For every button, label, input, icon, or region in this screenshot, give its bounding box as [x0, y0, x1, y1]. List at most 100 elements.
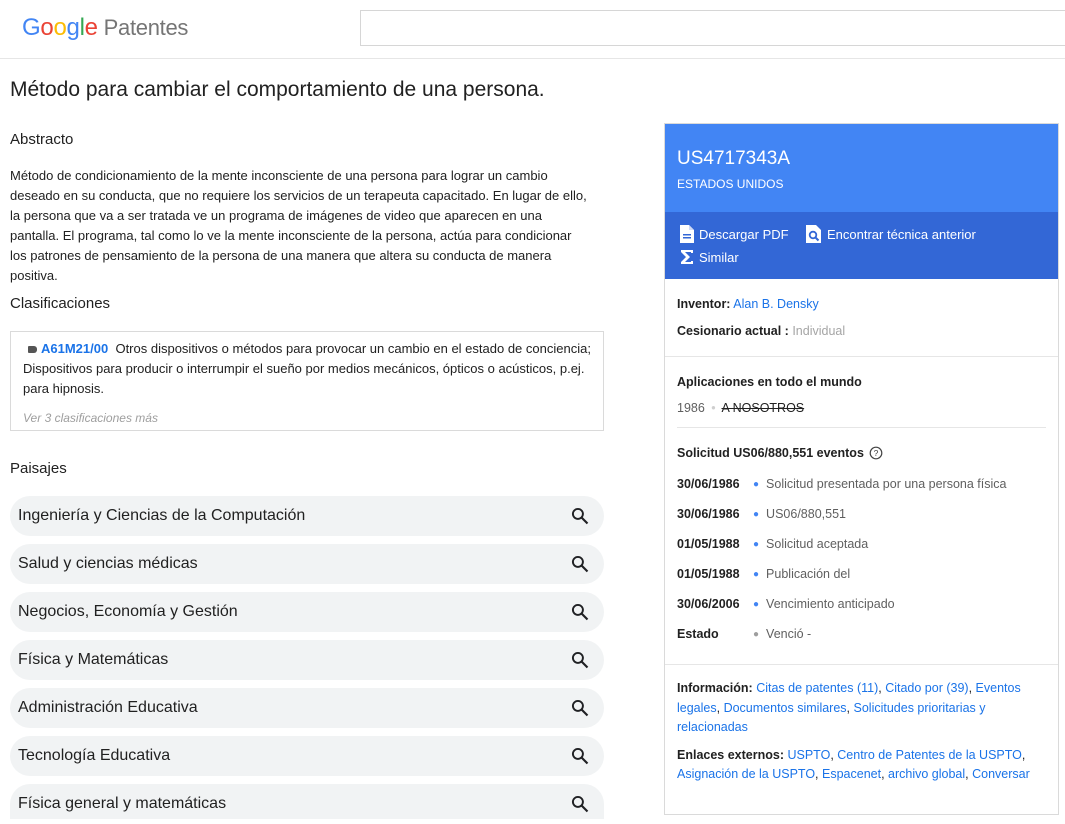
patent-info-panel: US4717343A ESTADOS UNIDOS Descargar PDF … [664, 123, 1059, 815]
event-text: Solicitud presentada por una persona fís… [766, 477, 1007, 491]
event-date: 30/06/1986 [677, 477, 740, 491]
assignee-label: Cesionario actual : [677, 324, 789, 338]
external-link[interactable]: Centro de Patentes de la USPTO [837, 748, 1022, 762]
similar-button[interactable]: Similar [679, 248, 739, 266]
landscape-item[interactable]: Ingeniería y Ciencias de la Computación [10, 496, 604, 536]
search-icon[interactable] [570, 506, 590, 526]
classification-item: A61M21/00 Otros dispositivos o métodos p… [23, 339, 591, 399]
event-text: Vencimiento anticipado [766, 597, 895, 611]
events-section: Solicitud US06/880,551 eventos ? 30/06/1… [665, 428, 1058, 649]
landscape-item[interactable]: Salud y ciencias médicas [10, 544, 604, 584]
landscape-label: Administración Educativa [18, 699, 198, 716]
external-link[interactable]: Asignación de la USPTO [677, 767, 815, 781]
event-date: 01/05/1988 [677, 567, 740, 581]
logo-letter: g [66, 14, 80, 41]
logo-letter: e [84, 14, 98, 41]
landscape-label: Tecnología Educativa [18, 747, 171, 764]
search-icon[interactable] [570, 698, 590, 718]
info-link[interactable]: Citas de patentes (11) [756, 681, 878, 695]
worldwide-section: Aplicaciones en todo el mundo 1986 • A N… [665, 357, 1058, 428]
assignee-value: Individual [792, 324, 846, 338]
similar-label: Similar [699, 249, 739, 265]
event-dot: ● [753, 598, 760, 610]
svg-text:?: ? [874, 448, 879, 458]
worldwide-country-link[interactable]: A NOSOTROS [721, 401, 804, 415]
search-icon[interactable] [570, 602, 590, 622]
search-input[interactable] [360, 10, 1065, 46]
more-classifications-link[interactable]: Ver 3 clasificaciones más [23, 408, 591, 428]
classifications-box: A61M21/00 Otros dispositivos o métodos p… [10, 331, 604, 431]
landscapes-heading: Paisajes [10, 460, 67, 477]
event-text: US06/880,551 [766, 507, 846, 521]
event-date: 30/06/1986 [677, 507, 740, 521]
separator-dot: • [711, 401, 716, 415]
logo-letter: o [40, 14, 54, 41]
worldwide-row: 1986 • A NOSOTROS [677, 401, 1046, 415]
event-row: 01/05/1988 ● Solicitud aceptada [677, 529, 1046, 559]
patent-number: US4717343A [677, 148, 791, 169]
event-text: Publicación del [766, 567, 851, 581]
event-dot: ● [753, 478, 760, 490]
landscape-item[interactable]: Tecnología Educativa [10, 736, 604, 776]
info-link[interactable]: Documentos similares [724, 701, 847, 715]
inventor-link[interactable]: Alan B. Densky [733, 297, 818, 311]
landscape-label: Física y Matemáticas [18, 651, 169, 668]
patent-actions: Descargar PDF Encontrar técnica anterior… [665, 212, 1058, 279]
external-link[interactable]: Espacenet [822, 767, 881, 781]
help-icon[interactable]: ? [869, 446, 883, 460]
event-text: Venció - [766, 627, 812, 641]
info-link[interactable]: Citado por (39) [885, 681, 968, 695]
event-row: 30/06/2006 ● Vencimiento anticipado [677, 589, 1046, 619]
find-prior-art-button[interactable]: Encontrar técnica anterior [805, 224, 976, 244]
landscape-item[interactable]: Administración Educativa [10, 688, 604, 728]
download-pdf-button[interactable]: Descargar PDF [679, 224, 789, 244]
event-dot: ● [753, 568, 760, 580]
tag-icon [28, 346, 37, 354]
search-icon[interactable] [570, 794, 590, 814]
landscape-label: Ingeniería y Ciencias de la Computación [18, 507, 306, 524]
search-icon[interactable] [570, 746, 590, 766]
events-heading-row: Solicitud US06/880,551 eventos ? [677, 446, 1046, 460]
event-dot: ● [753, 538, 760, 550]
logo-letter: o [53, 14, 67, 41]
events-heading: Solicitud US06/880,551 eventos [677, 446, 864, 460]
abstract-heading: Abstracto [10, 131, 74, 148]
classification-code-link[interactable]: A61M21/00 [41, 341, 108, 356]
worldwide-heading: Aplicaciones en todo el mundo [677, 375, 862, 389]
abstract-text: Método de condicionamiento de la mente i… [10, 168, 587, 283]
event-date: Estado [677, 627, 719, 641]
event-date: 01/05/1988 [677, 537, 740, 551]
download-pdf-label: Descargar PDF [699, 226, 789, 242]
inventor-row: Inventor: Alan B. Densky [665, 279, 1058, 311]
info-label: Información: [677, 681, 753, 695]
worldwide-year: 1986 [677, 401, 705, 415]
event-row: 30/06/1986 ● US06/880,551 [677, 499, 1046, 529]
event-dot: ● [753, 628, 760, 640]
external-link[interactable]: archivo global [888, 767, 965, 781]
external-link[interactable]: USPTO [787, 748, 830, 762]
external-label: Enlaces externos: [677, 747, 784, 762]
external-links-section: Enlaces externos: USPTO, Centro de Paten… [677, 747, 1030, 782]
landscape-item[interactable]: Negocios, Economía y Gestión [10, 592, 604, 632]
find-prior-art-label: Encontrar técnica anterior [827, 226, 976, 242]
event-row: 01/05/1988 ● Publicación del [677, 559, 1046, 589]
sigma-icon [681, 250, 693, 264]
landscape-item[interactable]: Física general y matemáticas [10, 784, 604, 819]
event-row: Estado ● Venció - [677, 619, 1046, 649]
search-icon[interactable] [570, 554, 590, 574]
landscape-label: Física general y matemáticas [18, 795, 227, 812]
prior-art-search-icon [806, 225, 821, 243]
patent-country: ESTADOS UNIDOS [677, 177, 784, 191]
event-date: 30/06/2006 [677, 597, 740, 611]
assignee-row: Cesionario actual : Individual [665, 311, 1058, 356]
top-bar: Google Patentes [0, 0, 1065, 59]
event-text: Solicitud aceptada [766, 537, 869, 551]
patent-header: US4717343A ESTADOS UNIDOS [665, 124, 1058, 212]
classification-description: Otros dispositivos o métodos para provoc… [23, 341, 591, 396]
information-section: Información: Citas de patentes (11), Cit… [677, 681, 1021, 734]
landscape-item[interactable]: Física y Matemáticas [10, 640, 604, 680]
external-link[interactable]: Conversar [972, 767, 1030, 781]
landscape-label: Negocios, Economía y Gestión [18, 603, 238, 620]
google-patents-logo[interactable]: Google Patentes [22, 14, 188, 42]
search-icon[interactable] [570, 650, 590, 670]
